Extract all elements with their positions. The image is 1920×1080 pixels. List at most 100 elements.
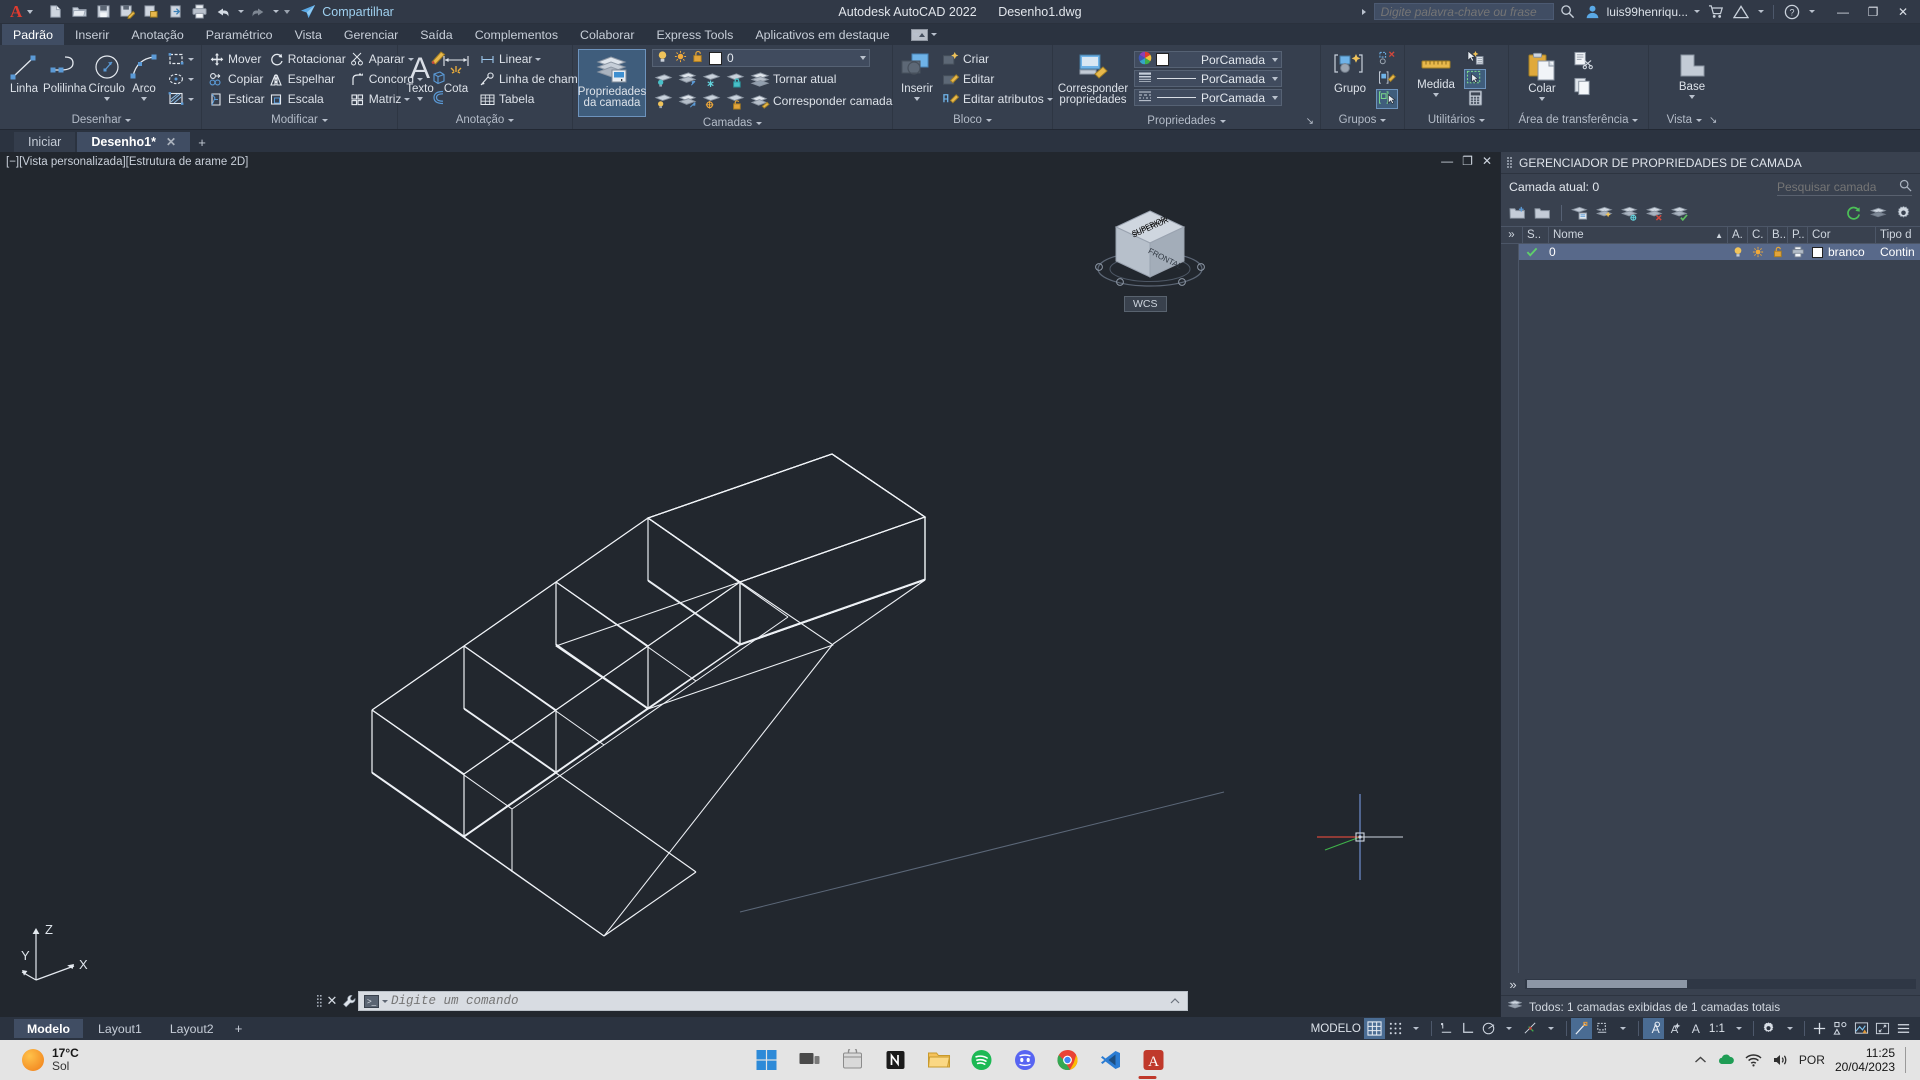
tool-escala[interactable]: Escala [267,89,348,109]
row-color-cell[interactable]: branco [1808,244,1876,260]
layer-thaw-button[interactable] [700,91,722,111]
row-freeze-icon[interactable] [1748,244,1768,260]
status-object-snap[interactable] [1520,1018,1541,1039]
panel-title-grupos[interactable]: Grupos [1321,111,1404,129]
autodesk-apps-icon[interactable] [1730,1,1752,23]
insert-caret-icon[interactable] [914,97,920,101]
tool-texto[interactable]: A Texto [403,49,437,101]
layer-search-input[interactable] [1777,179,1895,194]
command-line-grip[interactable] [315,993,324,1009]
tool-rotacionar[interactable]: Rotacionar [267,49,348,69]
help-icon[interactable]: ? [1781,1,1803,23]
rectangle-caret-icon[interactable] [187,57,194,61]
ribbon-tab-vista[interactable]: Vista [284,24,333,45]
tool-tornar-atual[interactable]: Tornar atual [748,69,838,89]
object-color-combo[interactable]: PorCamada [1134,51,1282,68]
column-plot[interactable]: P.. [1788,227,1808,243]
object-color-caret-icon[interactable] [1272,57,1278,62]
layer-unisolate-button[interactable] [676,91,698,111]
tray-wifi-icon[interactable] [1745,1053,1762,1067]
tool-esticar[interactable]: Esticar [207,89,267,109]
layout-add-button[interactable]: + [229,1019,249,1038]
tool-cota[interactable]: Cota [439,49,473,111]
status-snap-caret[interactable] [1406,1018,1427,1039]
status-annotation-scale[interactable]: 1:1 [1706,1018,1728,1039]
ribbon-minimize-icon[interactable] [910,28,928,41]
tool-inserir-bloco[interactable]: Inserir [898,49,936,101]
paste-caret-icon[interactable] [1539,97,1545,101]
ribbon-tab-parametrico[interactable]: Paramétrico [195,24,284,45]
status-autoscale[interactable]: A [1664,1018,1685,1039]
column-cor[interactable]: Cor [1808,227,1876,243]
ribbon-minimize-caret-icon[interactable] [930,33,937,36]
wcs-label[interactable]: WCS [1124,296,1167,312]
layout-tab-layout2[interactable]: Layout2 [157,1019,227,1038]
status-ortho-mode[interactable] [1457,1018,1478,1039]
ribbon-tab-anotacao[interactable]: Anotação [120,24,194,45]
doc-tab-close-icon[interactable]: ✕ [166,135,176,149]
task-view-icon[interactable] [790,1040,830,1080]
search-icon[interactable] [1557,1,1579,23]
redo-icon[interactable] [246,1,270,23]
edit-attributes-caret-icon[interactable] [1046,97,1053,101]
tool-arco[interactable]: Arco [127,49,161,101]
tool-polilinha[interactable]: Polilinha [43,49,87,111]
hatch-caret-icon[interactable] [187,97,194,101]
status-customization[interactable] [1893,1018,1914,1039]
tool-linha[interactable]: Linha [7,49,41,111]
column-tipo[interactable]: Tipo d [1876,227,1920,243]
command-input-box[interactable]: >_ [358,991,1188,1011]
tool-mover[interactable]: Mover [207,49,267,69]
hscroll-track[interactable] [1525,979,1916,989]
spotify-icon[interactable] [962,1040,1002,1080]
command-line-customize-icon[interactable] [340,992,358,1010]
redo-caret-icon[interactable] [270,1,281,23]
ribbon-tab-aplicativos[interactable]: Aplicativos em destaque [744,24,900,45]
start-windows-icon[interactable] [747,1040,787,1080]
tool-recortar[interactable] [1572,49,1594,75]
row-layer-name[interactable]: 0 [1545,244,1728,260]
layer-search-icon[interactable] [1899,179,1912,195]
status-scale-caret[interactable] [1728,1018,1749,1039]
tool-selecionar-tudo[interactable] [1464,69,1486,89]
save-icon[interactable] [91,1,115,23]
base-caret-icon[interactable] [1689,95,1695,99]
layer-states-manager-icon[interactable] [1867,202,1889,224]
tray-language[interactable]: POR [1799,1053,1825,1067]
help-caret-icon[interactable] [1806,1,1817,23]
ellipse-caret-icon[interactable] [187,77,194,81]
layer-color-swatch[interactable] [709,51,722,65]
viewport-close-icon[interactable]: ✕ [1482,155,1492,167]
measure-caret-icon[interactable] [1433,93,1439,97]
status-annotation-scale-icon[interactable]: A [1685,1018,1706,1039]
status-osnap-caret[interactable] [1541,1018,1562,1039]
linear-caret-icon[interactable] [535,57,542,61]
tool-copiar-clipboard[interactable] [1572,75,1594,101]
search-expand-icon[interactable] [1361,8,1366,15]
layer-thaw-indicator-icon[interactable] [674,50,687,66]
tool-corresponder-camada[interactable]: Corresponder camada [748,91,894,111]
viewport-config-label[interactable]: [−][Vista personalizada][Estrutura de ar… [6,156,248,168]
layer-on-indicator-icon[interactable] [656,50,669,66]
drawing-canvas[interactable]: [−][Vista personalizada][Estrutura de ar… [0,152,1500,1017]
help-search-input[interactable] [1380,4,1547,19]
tool-selecao-grupo[interactable] [1376,89,1398,109]
tool-grupo[interactable]: Grupo [1326,49,1374,111]
panel-title-propriedades[interactable]: Propriedades ↘ [1053,113,1320,129]
apps-caret-icon[interactable] [1755,1,1766,23]
status-infer-constraints[interactable] [1436,1018,1457,1039]
vista-dialog-launcher-icon[interactable]: ↘ [1709,115,1717,126]
status-polar-tracking[interactable] [1478,1018,1499,1039]
layer-on-button[interactable] [652,91,674,111]
refresh-icon[interactable] [1842,202,1864,224]
status-ucs-caret[interactable] [1613,1018,1634,1039]
layer-search-box[interactable] [1777,178,1912,196]
layer-combo-caret-icon[interactable] [860,56,866,60]
layer-lock-button[interactable] [724,69,746,89]
row-plot-icon[interactable] [1788,244,1808,260]
tool-desagrupar[interactable] [1376,49,1398,69]
layout-tab-modelo[interactable]: Modelo [14,1019,84,1038]
viewport-minimize-icon[interactable]: — [1441,155,1453,167]
row-on-icon[interactable] [1728,244,1748,260]
new-layer-vp-frozen-icon[interactable] [1532,202,1554,224]
